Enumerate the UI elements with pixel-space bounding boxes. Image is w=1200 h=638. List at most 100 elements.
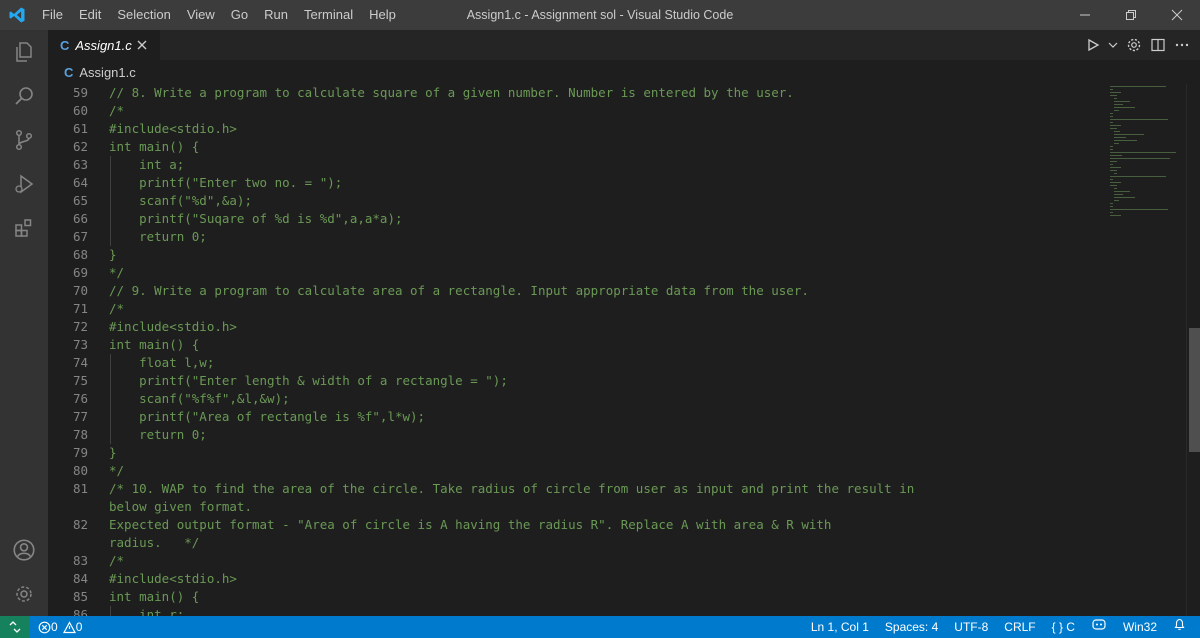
scrollbar-thumb[interactable] (1189, 328, 1200, 452)
code-text[interactable]: int a; (109, 156, 184, 174)
restore-button[interactable] (1108, 0, 1154, 30)
code-text[interactable]: scanf("%f%f",&l,&w); (109, 390, 290, 408)
code-editor[interactable]: 59 // 8. Write a program to calculate squ… (48, 84, 1188, 616)
tab-assign1-c[interactable]: C Assign1.c (48, 30, 160, 60)
code-line[interactable]: 68} (48, 246, 1188, 264)
code-line[interactable]: 76 scanf("%f%f",&l,&w); (48, 390, 1188, 408)
settings-button[interactable] (1122, 30, 1146, 60)
code-line[interactable]: 70 // 9. Write a program to calculate are… (48, 282, 1188, 300)
menu-terminal[interactable]: Terminal (296, 0, 361, 30)
code-text[interactable]: #include<stdio.h> (109, 570, 237, 588)
settings-gear-icon[interactable] (0, 572, 48, 616)
code-text[interactable]: radius. */ (109, 534, 199, 552)
code-line[interactable]: 85 int main() { (48, 588, 1188, 606)
code-text[interactable]: int main() { (109, 336, 199, 354)
code-line[interactable]: 67 return 0; (48, 228, 1188, 246)
run-debug-icon[interactable] (0, 162, 48, 206)
menu-help[interactable]: Help (361, 0, 404, 30)
code-text[interactable]: /* 10. WAP to find the area of the circl… (109, 480, 914, 498)
close-window-button[interactable] (1154, 0, 1200, 30)
search-icon[interactable] (0, 74, 48, 118)
menu-selection[interactable]: Selection (109, 0, 178, 30)
code-text[interactable]: /* (109, 102, 124, 120)
code-line[interactable]: 60 /* (48, 102, 1188, 120)
source-control-icon[interactable] (0, 118, 48, 162)
code-line[interactable]: 71 /* (48, 300, 1188, 318)
code-text[interactable]: */ (109, 462, 124, 480)
code-line[interactable]: 69 */ (48, 264, 1188, 282)
code-text[interactable]: int main() { (109, 138, 199, 156)
more-actions-button[interactable] (1170, 30, 1194, 60)
problems-indicator[interactable]: 0 0 (30, 620, 84, 634)
code-text[interactable]: */ (109, 264, 124, 282)
language-mode[interactable]: { } C (1044, 616, 1083, 638)
breadcrumb-file[interactable]: Assign1.c (79, 65, 135, 80)
encoding[interactable]: UTF-8 (946, 616, 996, 638)
code-line[interactable]: 78 return 0; (48, 426, 1188, 444)
menu-view[interactable]: View (179, 0, 223, 30)
code-text[interactable]: } (109, 246, 117, 264)
extensions-icon[interactable] (0, 206, 48, 250)
code-line[interactable]: 80 */ (48, 462, 1188, 480)
code-text[interactable]: int main() { (109, 588, 199, 606)
code-line[interactable]: 74 float l,w; (48, 354, 1188, 372)
close-tab-icon[interactable] (134, 37, 150, 53)
code-text[interactable]: #include<stdio.h> (109, 318, 237, 336)
code-line[interactable]: below given format. (48, 498, 1188, 516)
code-line[interactable]: 65 scanf("%d",&a); (48, 192, 1188, 210)
code-line[interactable]: 81 /* 10. WAP to find the area of the cir… (48, 480, 1188, 498)
explorer-icon[interactable] (0, 30, 48, 74)
vertical-scrollbar[interactable] (1186, 84, 1200, 616)
code-line[interactable]: 62 int main() { (48, 138, 1188, 156)
minimize-button[interactable] (1062, 0, 1108, 30)
code-line[interactable]: radius. */ (48, 534, 1188, 552)
platform[interactable]: Win32 (1115, 616, 1165, 638)
code-text[interactable]: printf("Enter length & width of a rectan… (109, 372, 508, 390)
cursor-position[interactable]: Ln 1, Col 1 (803, 616, 877, 638)
code-line[interactable]: 72 #include<stdio.h> (48, 318, 1188, 336)
code-line[interactable]: 83 /* (48, 552, 1188, 570)
line-ending[interactable]: CRLF (996, 616, 1043, 638)
code-text[interactable]: scanf("%d",&a); (109, 192, 252, 210)
code-line[interactable]: 61 #include<stdio.h> (48, 120, 1188, 138)
code-text[interactable]: return 0; (109, 228, 207, 246)
code-text[interactable]: // 8. Write a program to calculate squar… (109, 84, 794, 102)
code-text[interactable]: int r; (109, 606, 184, 616)
code-line[interactable]: 59 // 8. Write a program to calculate squ… (48, 84, 1188, 102)
code-line[interactable]: 77 printf("Area of rectangle is %f",l*w)… (48, 408, 1188, 426)
code-line[interactable]: 63 int a; (48, 156, 1188, 174)
code-line[interactable]: 66 printf("Suqare of %d is %d",a,a*a); (48, 210, 1188, 228)
code-text[interactable]: #include<stdio.h> (109, 120, 237, 138)
code-line[interactable]: 73 int main() { (48, 336, 1188, 354)
minimap[interactable] (1110, 84, 1186, 216)
run-button[interactable] (1082, 30, 1104, 60)
menu-go[interactable]: Go (223, 0, 256, 30)
code-text[interactable]: /* (109, 300, 124, 318)
menu-file[interactable]: File (34, 0, 71, 30)
menu-run[interactable]: Run (256, 0, 296, 30)
code-line[interactable]: 64 printf("Enter two no. = "); (48, 174, 1188, 192)
code-text[interactable]: } (109, 444, 117, 462)
code-text[interactable]: below given format. (109, 498, 252, 516)
remote-indicator[interactable] (0, 616, 30, 638)
code-text[interactable]: float l,w; (109, 354, 214, 372)
code-text[interactable]: printf("Enter two no. = "); (109, 174, 342, 192)
code-text[interactable]: // 9. Write a program to calculate area … (109, 282, 809, 300)
code-text[interactable]: return 0; (109, 426, 207, 444)
split-editor-button[interactable] (1146, 30, 1170, 60)
account-icon[interactable] (0, 528, 48, 572)
menu-edit[interactable]: Edit (71, 0, 109, 30)
code-text[interactable]: Expected output format - "Area of circle… (109, 516, 831, 534)
code-text[interactable]: printf("Area of rectangle is %f",l*w); (109, 408, 425, 426)
notifications-bell-icon[interactable] (1165, 616, 1194, 638)
code-text[interactable]: printf("Suqare of %d is %d",a,a*a); (109, 210, 402, 228)
code-text[interactable]: /* (109, 552, 124, 570)
run-dropdown-button[interactable] (1104, 30, 1122, 60)
code-line[interactable]: 84 #include<stdio.h> (48, 570, 1188, 588)
copilot-icon[interactable] (1083, 616, 1115, 638)
indentation[interactable]: Spaces: 4 (877, 616, 946, 638)
code-line[interactable]: 79} (48, 444, 1188, 462)
code-line[interactable]: 82 Expected output format - "Area of circ… (48, 516, 1188, 534)
code-line[interactable]: 86 int r; (48, 606, 1188, 616)
code-line[interactable]: 75 printf("Enter length & width of a rec… (48, 372, 1188, 390)
